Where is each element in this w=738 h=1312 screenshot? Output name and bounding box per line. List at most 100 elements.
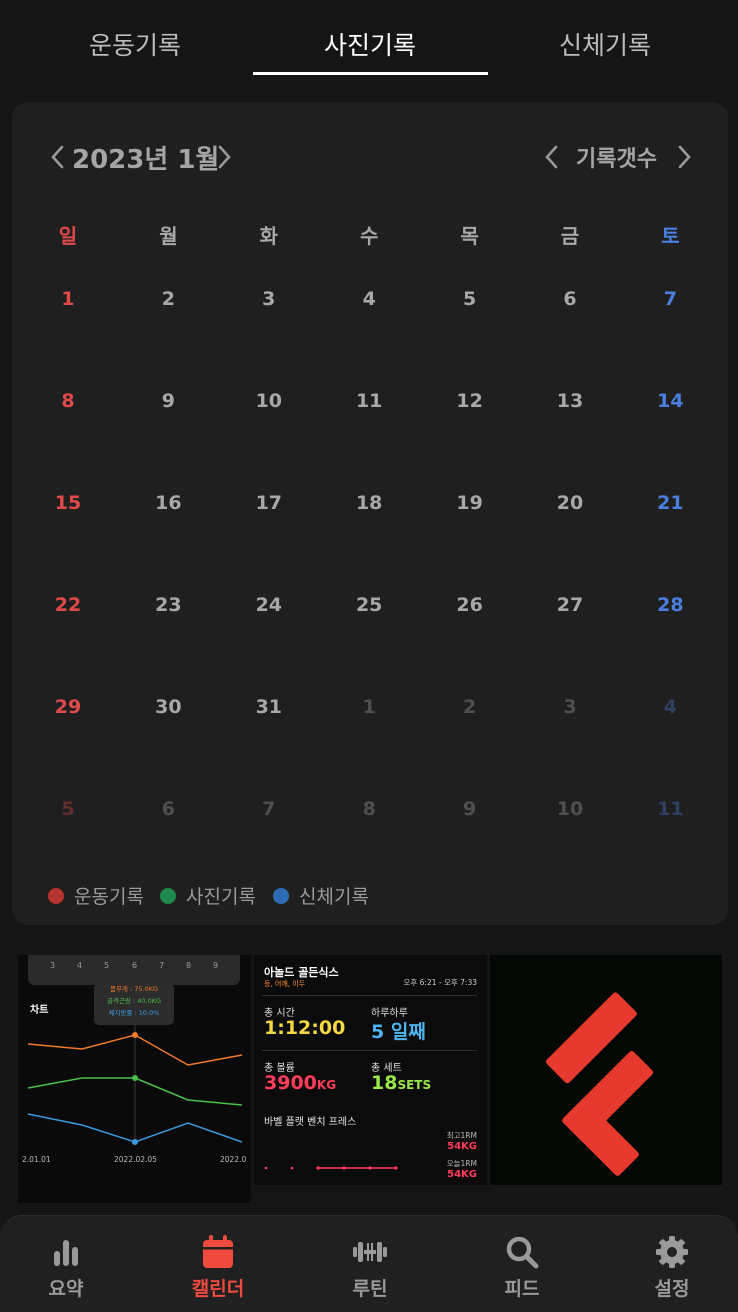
search-icon: [506, 1236, 539, 1269]
calendar-day[interactable]: 20: [520, 492, 620, 514]
calendar-day-outside-month[interactable]: 11: [620, 798, 720, 820]
legend-dot-workout: [48, 887, 64, 904]
chart-tooltip: 몸무게 : 75.0KG 골격근량 : 40.0KG 체지방률 : 10.0%: [94, 983, 174, 1025]
nav-item-routine[interactable]: 루틴: [310, 1234, 430, 1309]
legend-body: 신체기록: [273, 882, 369, 909]
calendar-day[interactable]: 21: [620, 492, 720, 514]
calendar-day[interactable]: 17: [219, 492, 319, 514]
month-title: 2023년 1월: [72, 145, 220, 175]
prev-count-button[interactable]: [540, 144, 562, 174]
calendar-day-outside-month[interactable]: 4: [620, 696, 720, 718]
calendar-day[interactable]: 22: [18, 594, 118, 616]
calendar-icon: [203, 1235, 233, 1268]
x-axis-label: 2.01.01: [22, 1155, 51, 1164]
calendar-day-outside-month[interactable]: 9: [420, 798, 520, 820]
calendar-day[interactable]: 8: [18, 390, 118, 412]
calendar-day-outside-month[interactable]: 7: [219, 798, 319, 820]
calendar-day[interactable]: 18: [319, 492, 419, 514]
nav-item-calendar[interactable]: 캘린더: [158, 1234, 278, 1309]
calendar-day[interactable]: 15: [18, 492, 118, 514]
next-count-button[interactable]: [674, 144, 696, 174]
calendar-day-outside-month[interactable]: 8: [319, 798, 419, 820]
calendar-day[interactable]: 30: [118, 696, 218, 718]
muscle-series-point: [132, 1075, 138, 1081]
calendar-day-outside-month[interactable]: 10: [520, 798, 620, 820]
today-1rm-value: 54KG: [447, 1169, 477, 1180]
calendar-day[interactable]: 24: [219, 594, 319, 616]
calendar-day-outside-month[interactable]: 1: [319, 696, 419, 718]
weekday-label: 화: [259, 224, 278, 248]
chevron-left-icon: [545, 145, 558, 169]
sets-unit: SETS: [397, 1078, 432, 1092]
workout-time-range: 오후 6:21 - 오후 7:33: [403, 978, 477, 987]
calendar-day[interactable]: 12: [420, 390, 520, 412]
photo-thumbnail-logo[interactable]: [490, 955, 722, 1185]
calendar-day[interactable]: 28: [620, 594, 720, 616]
total-time-value: 1:12:00: [264, 1017, 346, 1039]
chevron-right-icon: [218, 145, 231, 169]
calendar-day-outside-month[interactable]: 3: [520, 696, 620, 718]
legend-dot-photo: [160, 887, 176, 904]
photo-thumbnail-workout[interactable]: 아놀드 골든식스 등, 어깨, 이두 오후 6:21 - 오후 7:33 총 시…: [254, 955, 487, 1185]
calendar-day-outside-month[interactable]: 2: [420, 696, 520, 718]
calendar-day[interactable]: 27: [520, 594, 620, 616]
tab-workout-record[interactable]: 운동기록: [18, 26, 252, 66]
calendar-day[interactable]: 9: [118, 390, 218, 412]
calendar-day[interactable]: 13: [520, 390, 620, 412]
volume-number: 3900: [264, 1072, 317, 1094]
calendar-day[interactable]: 25: [319, 594, 419, 616]
calendar-day[interactable]: 10: [219, 390, 319, 412]
gear-icon: [656, 1236, 688, 1268]
prev-month-button[interactable]: [46, 144, 68, 174]
nav-label: 피드: [504, 1278, 540, 1300]
tab-body-record[interactable]: 신체기록: [488, 26, 722, 66]
1rm-sparkline: [264, 1166, 398, 1170]
active-tab-indicator: [253, 72, 488, 75]
weight-series-point: [132, 1032, 138, 1038]
tab-photo-record[interactable]: 사진기록: [253, 26, 487, 66]
calendar-day[interactable]: 3: [219, 288, 319, 310]
workout-body-parts: 등, 어깨, 이두: [264, 980, 306, 988]
weekday-label: 금: [560, 224, 580, 248]
calendar-day[interactable]: 26: [420, 594, 520, 616]
calendar-day[interactable]: 23: [118, 594, 218, 616]
x-axis-label: 2022.02.05: [114, 1155, 157, 1164]
calendar-card: 2023년 1월 기록갯수 일월화수목금토 1 2 3 4 5 6 7 8 9 10 11 12 13 1…: [12, 102, 728, 925]
calendar-day[interactable]: 19: [420, 492, 520, 514]
weekday-label: 토: [661, 224, 680, 248]
calendar-day-outside-month[interactable]: 5: [18, 798, 118, 820]
calendar-day[interactable]: 29: [18, 696, 118, 718]
chevron-right-icon: [678, 145, 691, 169]
nav-label: 루틴: [352, 1278, 388, 1300]
photo-thumbnail-chart[interactable]: 3 4 5 6 7 8 9 차트 몸무게 : 75.0KG 골격근량 : 40.…: [18, 955, 251, 1203]
calendar-day[interactable]: 1: [18, 288, 118, 310]
streak-value: 5 일째: [371, 1021, 426, 1043]
today-1rm-label: 오늘1RM: [446, 1159, 477, 1168]
nav-item-summary[interactable]: 요약: [6, 1234, 126, 1309]
calendar-day[interactable]: 14: [620, 390, 720, 412]
calendar-day[interactable]: 5: [420, 288, 520, 310]
calendar-day[interactable]: 31: [219, 696, 319, 718]
legend-label: 신체기록: [299, 886, 369, 908]
calendar-day[interactable]: 7: [620, 288, 720, 310]
tooltip-weight: 몸무게 : 75.0KG: [109, 985, 159, 993]
nav-label: 요약: [48, 1278, 84, 1300]
nav-label: 설정: [654, 1278, 690, 1300]
dumbbell-icon: [353, 1242, 387, 1262]
weekday-label: 일: [58, 224, 78, 248]
next-month-button[interactable]: [214, 144, 236, 174]
calendar-day[interactable]: 4: [319, 288, 419, 310]
calendar-day[interactable]: 6: [520, 288, 620, 310]
nav-item-settings[interactable]: 설정: [612, 1234, 732, 1309]
calendar-day[interactable]: 2: [118, 288, 218, 310]
nav-item-feed[interactable]: 피드: [462, 1234, 582, 1309]
calendar-day-outside-month[interactable]: 6: [118, 798, 218, 820]
volume-unit: KG: [316, 1078, 337, 1092]
calendar-day[interactable]: 16: [118, 492, 218, 514]
weekday-label: 목: [460, 224, 479, 248]
legend-photo: 사진기록: [160, 882, 256, 909]
calendar-day[interactable]: 11: [319, 390, 419, 412]
legend-label: 사진기록: [186, 886, 256, 908]
weekday-label: 수: [359, 224, 379, 248]
bar-chart-icon: [54, 1240, 78, 1266]
